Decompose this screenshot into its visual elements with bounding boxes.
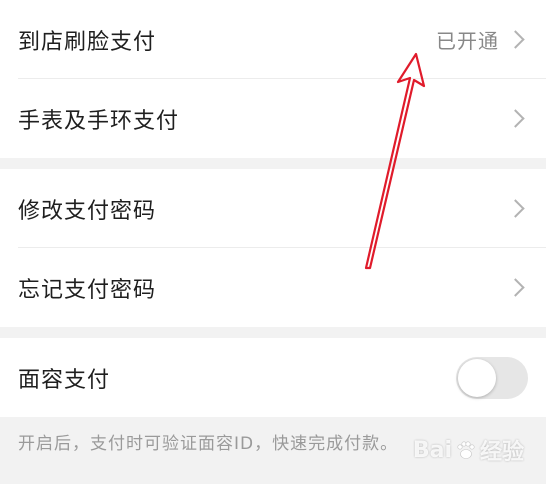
row-label: 到店刷脸支付 [18,29,157,55]
settings-group-face-id: 面容支付 [0,338,546,417]
status-value: 已开通 [436,29,499,53]
chevron-right-icon [506,278,525,297]
chevron-right-icon [506,30,525,49]
row-label: 手表及手环支付 [18,108,180,134]
chevron-right-icon [506,109,525,128]
face-pay-toggle[interactable] [456,356,528,399]
chevron-right-icon [506,199,525,218]
watermark: Bai 经验 [413,434,524,466]
row-face-pay-in-store[interactable]: 到店刷脸支付 已开通 [0,0,546,79]
row-label: 面容支付 [18,367,111,393]
watermark-suffix: 经验 [479,440,524,465]
settings-group-password: 修改支付密码 忘记支付密码 [0,169,546,327]
watermark-text: Bai [412,437,452,463]
row-label: 修改支付密码 [18,198,157,224]
row-watch-band-pay[interactable]: 手表及手环支付 [0,79,546,158]
row-forgot-pay-password[interactable]: 忘记支付密码 [0,248,546,327]
row-label: 忘记支付密码 [18,277,157,303]
row-face-id-pay: 面容支付 [0,338,546,417]
payment-settings-page: 到店刷脸支付 已开通 手表及手环支付 修改支付密码 忘记支付密码 面容支付 开启… [0,0,546,484]
row-change-pay-password[interactable]: 修改支付密码 [0,169,546,248]
paw-icon [457,441,475,459]
settings-group-top: 到店刷脸支付 已开通 手表及手环支付 [0,0,546,158]
toggle-knob [458,358,496,397]
